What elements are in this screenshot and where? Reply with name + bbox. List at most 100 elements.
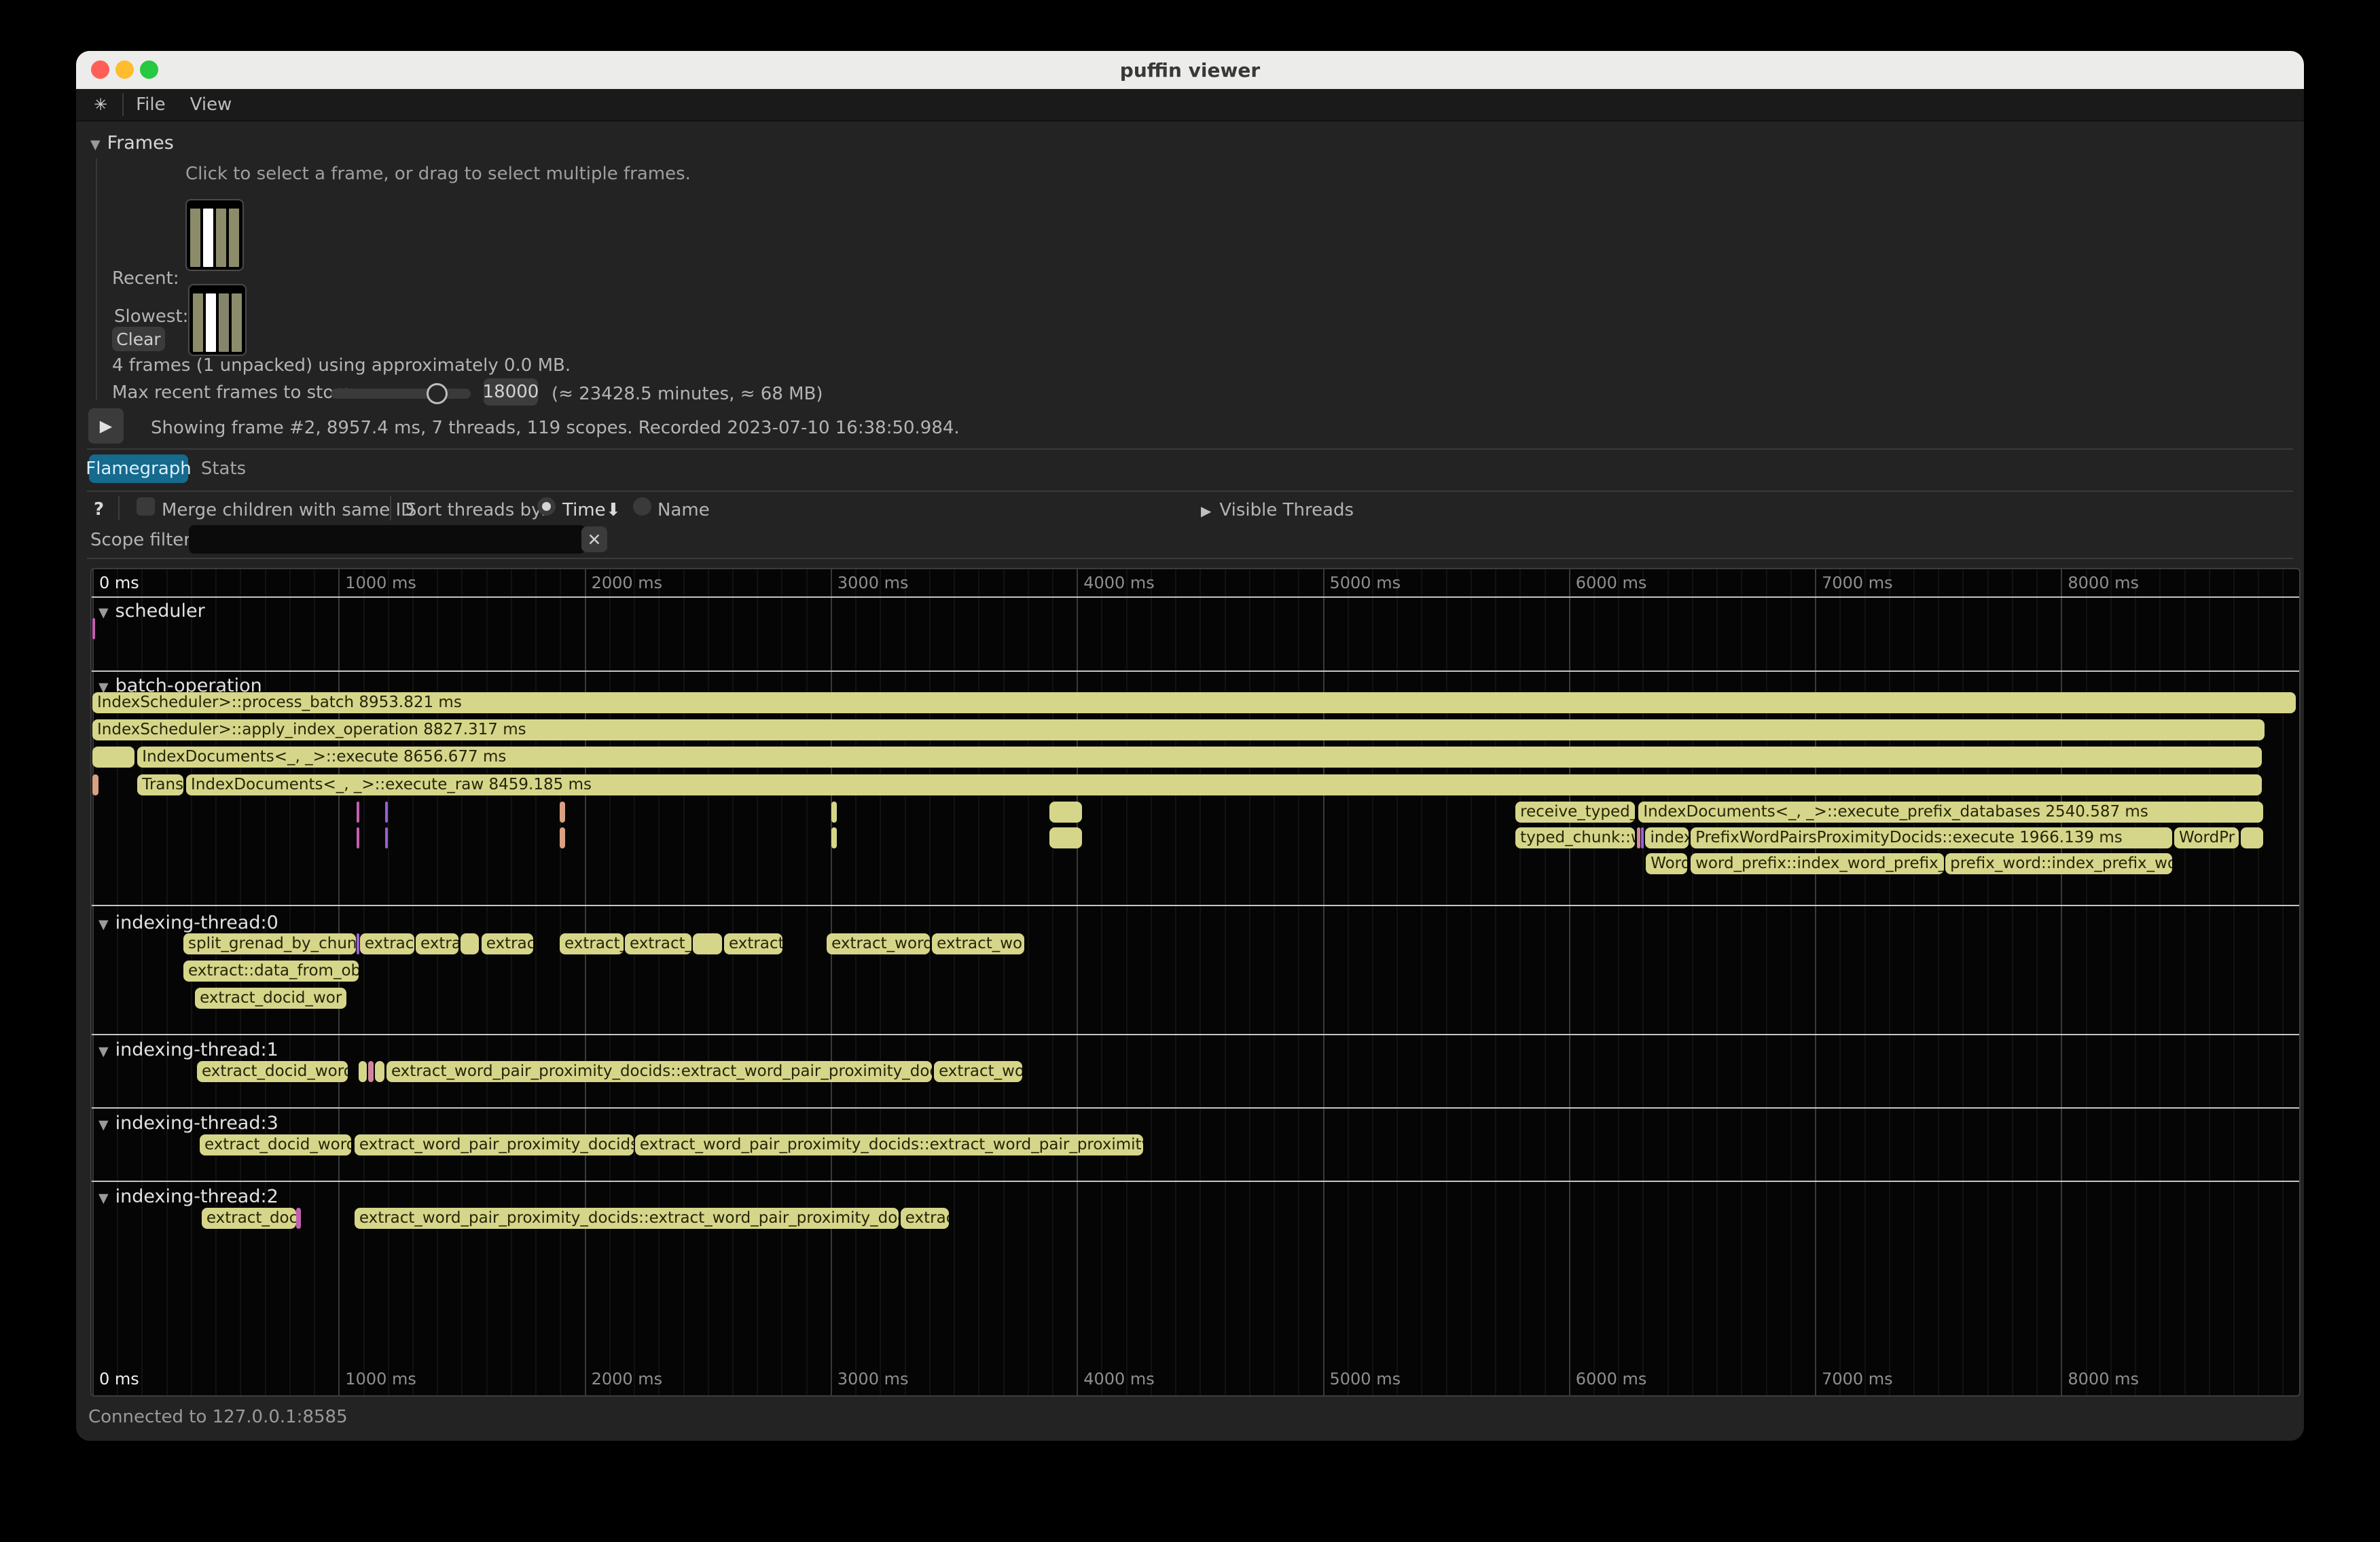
flame-bar[interactable] [385, 827, 388, 848]
time-tick-label: 4000 ms [1083, 573, 1155, 592]
tab-flamegraph[interactable]: Flamegraph [89, 454, 188, 483]
chevron-down-icon: ▼ [98, 1117, 109, 1132]
flame-bar[interactable]: extract_wo [934, 1061, 1022, 1082]
thread-header-indexing-thread:0[interactable]: ▼indexing-thread:0 [98, 912, 278, 933]
flame-bar[interactable] [357, 802, 359, 823]
play-button[interactable]: ▶ [88, 408, 124, 444]
time-tick-label: 2000 ms [592, 1369, 663, 1388]
flame-bar[interactable] [1637, 827, 1640, 848]
flame-bar[interactable] [375, 1061, 384, 1082]
flame-bar[interactable]: Trans [137, 774, 183, 795]
separator [390, 496, 391, 520]
app-window: puffin viewer ✳ File View ▼Frames Click … [76, 51, 2304, 1441]
flame-bar[interactable] [831, 802, 837, 823]
flame-bar[interactable] [357, 933, 359, 954]
slowest-label: Slowest: [114, 306, 188, 327]
flame-bar[interactable]: prefix_word::index_prefix_wo [1945, 853, 2172, 874]
flame-bar[interactable]: IndexDocuments<_, _>::execute_raw 8459.1… [186, 774, 2262, 795]
max-frames-estimate: (≈ 23428.5 minutes, ≈ 68 MB) [552, 384, 823, 404]
frames-section-header[interactable]: ▼Frames [90, 132, 174, 154]
flamegraph-panel[interactable]: 0 ms0 ms1000 ms1000 ms2000 ms2000 ms3000… [90, 568, 2301, 1397]
flame-bar[interactable] [693, 933, 722, 954]
flame-bar[interactable]: IndexScheduler>::apply_index_operation 8… [92, 719, 2265, 740]
flame-bar[interactable] [560, 827, 565, 848]
thread-header-indexing-thread:3[interactable]: ▼indexing-thread:3 [98, 1113, 278, 1134]
flame-bar[interactable] [357, 827, 359, 848]
flame-bar[interactable]: split_grenad_by_chun [183, 933, 356, 954]
sort-name-radio[interactable] [633, 497, 651, 516]
flame-bar[interactable] [2241, 827, 2263, 848]
flame-bar[interactable]: extract_word_pair_proximity_docids [355, 1134, 634, 1155]
flame-bar[interactable]: word_prefix::index_word_prefix_ [1691, 853, 1944, 874]
time-tick-label: 7000 ms [1822, 1369, 1893, 1388]
flame-bar[interactable] [385, 802, 388, 823]
flame-bar[interactable] [92, 774, 98, 795]
theme-toggle-icon[interactable]: ✳ [94, 95, 107, 114]
clear-filter-button[interactable]: ✕ [581, 526, 607, 552]
sort-name-label[interactable]: Name [657, 500, 710, 520]
visible-threads-toggle[interactable]: ▶Visible Threads [1201, 500, 1354, 520]
max-frames-value[interactable]: 18000 [484, 378, 538, 406]
merge-label[interactable]: Merge children with same ID [162, 500, 414, 520]
flame-bar[interactable] [560, 802, 565, 823]
max-frames-slider[interactable] [331, 389, 471, 399]
time-tick-label: 1000 ms [345, 1369, 416, 1388]
flame-bar[interactable] [1641, 827, 1644, 848]
flame-bar[interactable]: index [1645, 827, 1689, 848]
recent-frames-thumbnail[interactable] [185, 199, 244, 271]
tab-stats[interactable]: Stats [193, 454, 254, 483]
sort-time-radio[interactable] [537, 497, 556, 516]
flame-bar[interactable]: IndexDocuments<_, _>::execute_prefix_dat… [1638, 802, 2263, 823]
flame-bar[interactable] [831, 827, 837, 848]
slowest-frames-thumbnail[interactable] [188, 284, 247, 356]
flame-bar[interactable] [92, 618, 95, 639]
play-icon: ▶ [100, 416, 112, 435]
flame-bar[interactable]: extract_docid_wor [195, 988, 346, 1009]
flame-bar[interactable]: WordPr [2174, 827, 2239, 848]
flame-bar[interactable] [92, 747, 134, 768]
flame-bar[interactable]: typed_chunk::w [1515, 827, 1635, 848]
sort-time-label[interactable]: Time [562, 500, 606, 520]
merge-checkbox[interactable] [137, 497, 155, 516]
chevron-down-icon: ▼ [98, 917, 109, 932]
help-button[interactable]: ? [94, 499, 104, 520]
flame-bar[interactable]: extrac [482, 933, 533, 954]
menu-file[interactable]: File [136, 94, 166, 115]
thread-header-indexing-thread:2[interactable]: ▼indexing-thread:2 [98, 1186, 278, 1207]
thread-header-scheduler[interactable]: ▼scheduler [98, 600, 205, 622]
flame-bar[interactable]: extract [360, 933, 414, 954]
flame-bar[interactable]: extract_word_pair_proximity_docids::extr… [355, 1208, 899, 1229]
flame-bar[interactable]: extract_ [560, 933, 624, 954]
flame-bar[interactable] [461, 933, 479, 954]
flame-bar[interactable] [359, 1061, 367, 1082]
flame-bar[interactable]: extract [724, 933, 782, 954]
flame-bar[interactable]: extract::data_from_ob [183, 961, 359, 982]
flame-bar[interactable] [1049, 802, 1082, 823]
time-tick-label: 0 ms [99, 1369, 139, 1388]
flame-bar[interactable]: extract_word_pair_proximity_docids::extr… [635, 1134, 1143, 1155]
flame-bar[interactable]: Word [1646, 853, 1687, 874]
menu-view[interactable]: View [190, 94, 232, 115]
flame-bar[interactable]: receive_typed_ [1515, 802, 1635, 823]
flame-bar[interactable]: extract_wo [932, 933, 1024, 954]
flame-bar[interactable]: extrac [901, 1208, 949, 1229]
flame-bar[interactable]: extract_word_pair_proximity_docids::extr… [386, 1061, 932, 1082]
flame-bar[interactable]: extra [416, 933, 458, 954]
flame-bar[interactable]: extract_docid_word [197, 1061, 348, 1082]
scope-filter-input[interactable] [189, 525, 585, 554]
thread-separator [92, 1034, 2299, 1035]
flame-bar[interactable]: extract_docid_word [200, 1134, 351, 1155]
flame-bar[interactable]: extract_doc [202, 1208, 296, 1229]
flame-bar[interactable]: PrefixWordPairsProximityDocids::execute … [1691, 827, 2172, 848]
flame-bar[interactable]: extract_ [625, 933, 691, 954]
flame-bar[interactable] [1049, 827, 1082, 848]
flame-bar[interactable] [368, 1061, 374, 1082]
sort-direction-icon[interactable]: ⬇ [606, 500, 621, 520]
flame-bar[interactable]: extract_word [827, 933, 930, 954]
flame-bar[interactable] [296, 1208, 301, 1229]
slider-knob[interactable] [427, 383, 448, 404]
clear-button[interactable]: Clear [112, 327, 165, 351]
thread-header-indexing-thread:1[interactable]: ▼indexing-thread:1 [98, 1039, 278, 1060]
flame-bar[interactable]: IndexDocuments<_, _>::execute 8656.677 m… [137, 747, 2262, 768]
flame-bar[interactable]: IndexScheduler>::process_batch 8953.821 … [92, 692, 2296, 713]
